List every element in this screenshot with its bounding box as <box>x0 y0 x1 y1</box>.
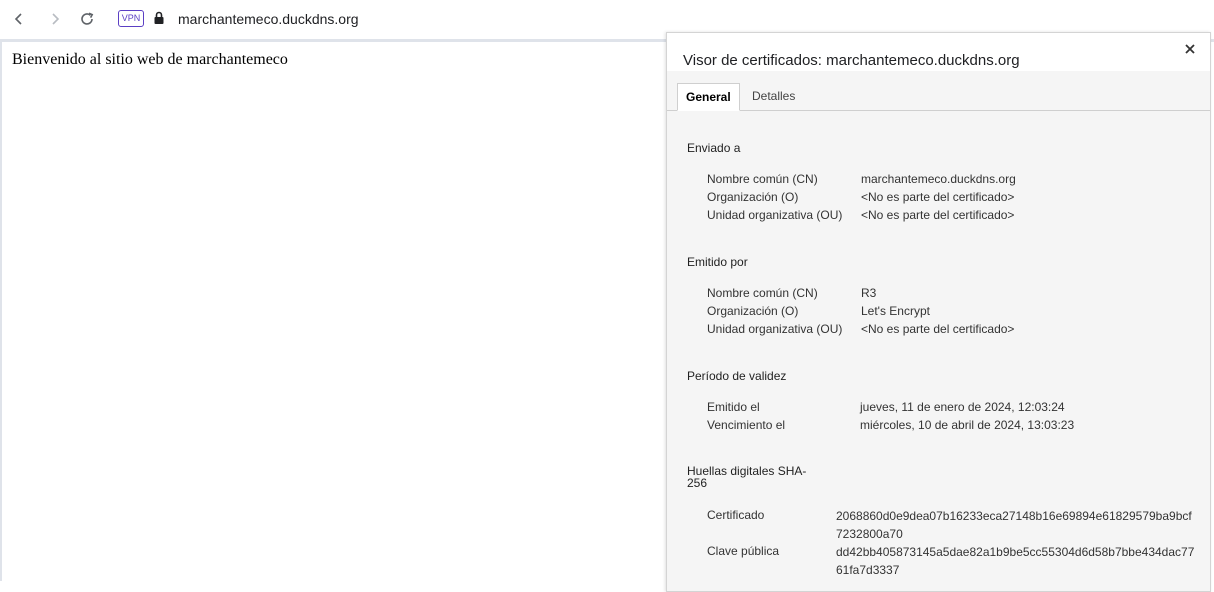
address-bar[interactable]: marchantemeco.duckdns.org <box>178 11 359 28</box>
tab-detalles[interactable]: Detalles <box>744 83 803 110</box>
issued-on-label: Emitido el <box>707 400 760 414</box>
close-icon <box>1185 44 1195 54</box>
issued-to-heading: Enviado a <box>687 141 741 155</box>
fingerprints-heading-line2: 256 <box>687 476 708 490</box>
issued-to-cn-value: marchantemeco.duckdns.org <box>861 172 1016 186</box>
issued-to-ou-value: <No es parte del certificado> <box>861 208 1015 222</box>
issued-to-ou-label: Unidad organizativa (OU) <box>707 208 843 222</box>
reload-button[interactable] <box>76 8 98 30</box>
certificate-viewer-dialog: Visor de certificados: marchantemeco.duc… <box>666 32 1211 592</box>
vpn-badge[interactable]: VPN <box>118 10 144 27</box>
expires-on-label: Vencimiento el <box>707 418 786 432</box>
url-host: marchantemeco.duckdns.org <box>178 11 359 27</box>
validity-heading: Período de validez <box>687 369 787 383</box>
issued-by-o-label: Organización (O) <box>707 304 799 318</box>
reload-icon <box>81 12 94 25</box>
issued-by-cn-label: Nombre común (CN) <box>707 286 818 300</box>
pubkey-fingerprint-value: dd42bb405873145a5dae82a1b9be5cc55304d6d5… <box>836 545 1195 577</box>
issued-by-ou-label: Unidad organizativa (OU) <box>707 322 843 336</box>
issued-to-o-value: <No es parte del certificado> <box>861 190 1015 204</box>
fingerprints-heading: Huellas digitales SHA- 256 <box>687 465 806 489</box>
tabs-bar: General Detalles <box>667 71 1210 111</box>
tab-general[interactable]: General <box>677 83 740 111</box>
dialog-title: Visor de certificados: marchantemeco.duc… <box>683 52 1020 69</box>
forward-button[interactable] <box>44 8 66 30</box>
cert-fingerprint-value: 2068860d0e9dea07b16233eca27148b16e69894e… <box>836 509 1192 541</box>
issued-by-heading: Emitido por <box>687 255 748 269</box>
cert-fingerprint-label: Certificado <box>707 508 765 522</box>
issued-by-o-value: Let's Encrypt <box>861 304 930 318</box>
back-arrow-icon <box>14 13 22 25</box>
dialog-header: Visor de certificados: marchantemeco.duc… <box>667 33 1210 71</box>
close-button[interactable] <box>1182 41 1198 57</box>
pubkey-fingerprint-label: Clave pública <box>707 544 780 558</box>
back-button[interactable] <box>8 8 30 30</box>
issued-by-cn-value: R3 <box>861 286 877 300</box>
welcome-text: Bienvenido al sitio web de marchantemeco <box>12 51 288 68</box>
issued-to-cn-label: Nombre común (CN) <box>707 172 818 186</box>
issued-by-ou-value: <No es parte del certificado> <box>861 322 1015 336</box>
expires-on-value: miércoles, 10 de abril de 2024, 13:03:23 <box>860 418 1075 432</box>
forward-arrow-icon <box>52 13 60 25</box>
certificate-general-panel: Enviado a Nombre común (CN) marchantemec… <box>667 111 1210 591</box>
issued-to-o-label: Organización (O) <box>707 190 799 204</box>
lock-icon[interactable] <box>153 11 165 25</box>
issued-on-value: jueves, 11 de enero de 2024, 12:03:24 <box>860 400 1065 414</box>
